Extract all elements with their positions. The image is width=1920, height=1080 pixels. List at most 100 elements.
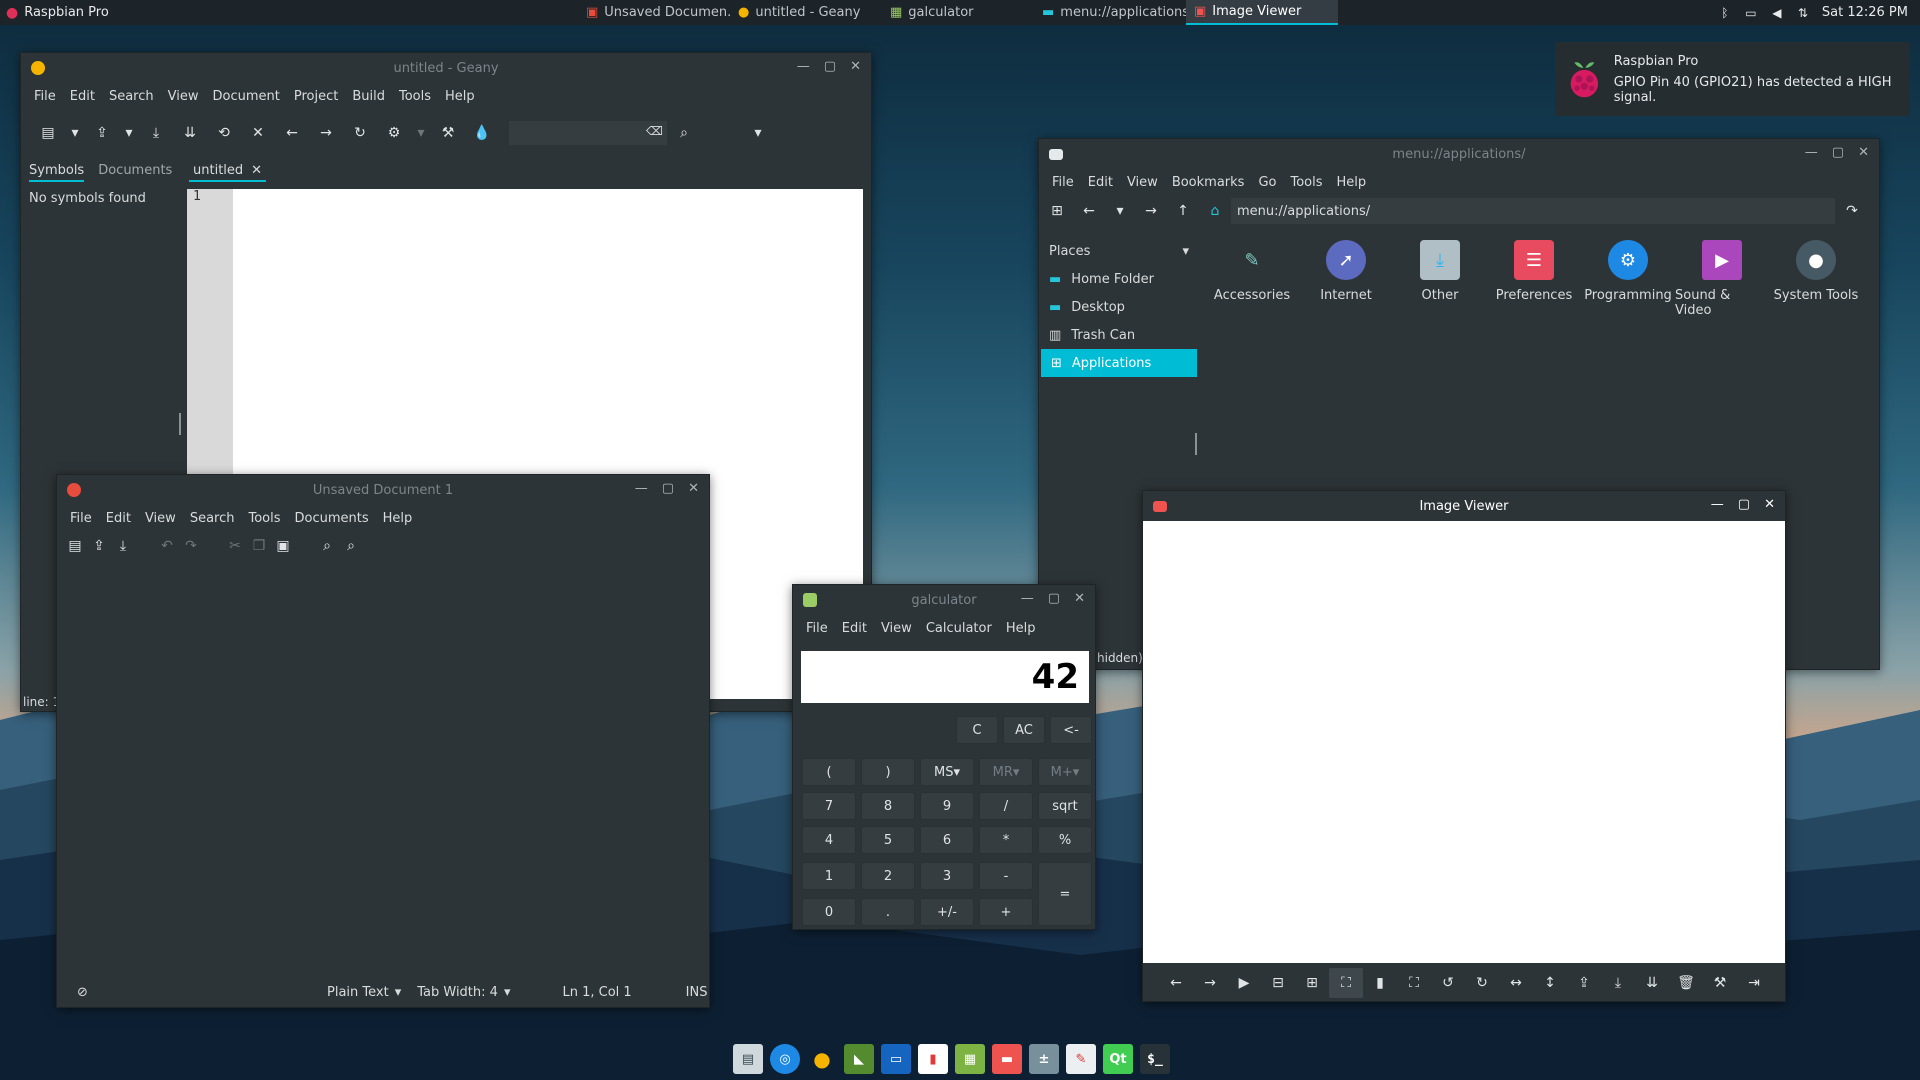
maximize-icon[interactable]: ▢ — [1738, 497, 1750, 512]
key-9[interactable]: 9 — [920, 792, 974, 820]
filemanager-titlebar[interactable]: menu://applications/ — ▢ ✕ — [1039, 139, 1879, 169]
save-all-icon[interactable]: ⇊ — [173, 118, 207, 148]
key-2[interactable]: 2 — [861, 862, 915, 890]
bluetooth-icon[interactable]: ᛒ — [1718, 6, 1732, 20]
menu-project[interactable]: Project — [287, 89, 345, 104]
tab-documents[interactable]: Documents — [98, 163, 172, 182]
close-file-icon[interactable]: ✕ — [241, 118, 275, 148]
notification-popup[interactable]: Raspbian Pro GPIO Pin 40 (GPIO21) has de… — [1555, 42, 1910, 116]
minimize-icon[interactable]: — — [1805, 145, 1818, 160]
flip-horizontal-icon[interactable]: ↔ — [1499, 968, 1533, 998]
tab-width-selector[interactable]: Tab Width: 4 ▾ — [417, 985, 510, 1000]
menu-tools[interactable]: Tools — [241, 511, 287, 526]
menu-view[interactable]: View — [1120, 175, 1165, 190]
close-icon[interactable]: ✕ — [688, 481, 699, 496]
menu-edit[interactable]: Edit — [1081, 175, 1120, 190]
save-icon[interactable]: ⤓ — [1601, 968, 1635, 998]
open-icon[interactable]: ⇪ — [85, 118, 119, 148]
close-icon[interactable]: ✕ — [1764, 497, 1775, 512]
geany-splitter[interactable] — [179, 413, 181, 435]
rotate-right-icon[interactable]: ↻ — [1465, 968, 1499, 998]
menu-file[interactable]: File — [1045, 175, 1081, 190]
close-icon[interactable]: ✕ — [1858, 145, 1869, 160]
search-icon[interactable]: ⌕ — [315, 531, 339, 561]
geany-titlebar[interactable]: untitled - Geany — ▢ ✕ — [21, 53, 871, 83]
key-memory-store[interactable]: MS ▾ — [920, 758, 974, 786]
volume-icon[interactable]: ◀ — [1770, 6, 1784, 20]
menu-go[interactable]: Go — [1251, 175, 1283, 190]
paste-icon[interactable]: ▣ — [271, 531, 295, 561]
history-dropdown-icon[interactable]: ▾ — [1105, 196, 1135, 226]
minimize-icon[interactable]: — — [1711, 497, 1724, 512]
app-preferences[interactable]: ☰ Preferences — [1487, 240, 1581, 318]
task-image-viewer[interactable]: ▣ Image Viewer — [1186, 0, 1338, 25]
tab-symbols[interactable]: Symbols — [29, 163, 85, 182]
chromium-launcher-icon[interactable]: ◎ — [770, 1044, 800, 1074]
mousepad-editor[interactable] — [57, 563, 709, 967]
home-icon[interactable]: ⌂ — [1199, 196, 1231, 226]
menu-tools[interactable]: Tools — [1283, 175, 1329, 190]
undo-icon[interactable]: ↶ — [155, 531, 179, 561]
key-sqrt[interactable]: sqrt — [1038, 792, 1092, 820]
key-decimal[interactable]: . — [861, 898, 915, 926]
revert-icon[interactable]: ⟲ — [207, 118, 241, 148]
places-header[interactable]: Places ▾ — [1039, 237, 1199, 265]
key-memory-recall[interactable]: MR ▾ — [979, 758, 1033, 786]
rotate-left-icon[interactable]: ↺ — [1431, 968, 1465, 998]
terminal-launcher-icon[interactable]: $_ — [1140, 1044, 1170, 1074]
app-programming[interactable]: ⚙ Programming — [1581, 240, 1675, 318]
menu-document[interactable]: Document — [205, 89, 286, 104]
zoom-out-icon[interactable]: ⊟ — [1261, 968, 1295, 998]
thonny-launcher-icon[interactable]: ◣ — [844, 1044, 874, 1074]
save-icon[interactable]: ⤓ — [139, 118, 173, 148]
geany-doc-tab[interactable]: untitled ✕ — [189, 163, 267, 182]
next-icon[interactable]: → — [1193, 968, 1227, 998]
fullscreen-icon[interactable]: ⛶ — [1397, 968, 1431, 998]
flip-vertical-icon[interactable]: ↕ — [1533, 968, 1567, 998]
key-subtract[interactable]: - — [979, 862, 1033, 890]
save-as-icon[interactable]: ⇊ — [1635, 968, 1669, 998]
key-all-clear[interactable]: AC — [1003, 716, 1045, 744]
menu-tools[interactable]: Tools — [392, 89, 438, 104]
redo-icon[interactable]: ↷ — [179, 531, 203, 561]
syntax-selector[interactable]: Plain Text ▾ — [327, 985, 401, 1000]
overflow-icon[interactable]: ▾ — [741, 118, 775, 148]
key-8[interactable]: 8 — [861, 792, 915, 820]
task-unsaved-document[interactable]: ▣ Unsaved Documen... — [578, 0, 730, 25]
key-memory-add[interactable]: M+ ▾ — [1038, 758, 1092, 786]
menu-build[interactable]: Build — [345, 89, 392, 104]
menu-view[interactable]: View — [138, 511, 183, 526]
network-icon[interactable]: ⇅ — [1796, 6, 1810, 20]
menu-edit[interactable]: Edit — [63, 89, 102, 104]
menu-search[interactable]: Search — [183, 511, 242, 526]
menu-edit[interactable]: Edit — [835, 621, 874, 636]
mousepad-titlebar[interactable]: Unsaved Document 1 — ▢ ✕ — [57, 475, 709, 505]
new-file-icon[interactable]: ▤ — [63, 531, 87, 561]
menu-view[interactable]: View — [161, 89, 206, 104]
app-system-tools[interactable]: ● System Tools — [1769, 240, 1863, 318]
save-icon[interactable]: ⤓ — [111, 531, 135, 561]
file-manager-launcher-icon[interactable]: ▤ — [733, 1044, 763, 1074]
screenshot-launcher-icon[interactable]: ▭ — [881, 1044, 911, 1074]
menu-calculator[interactable]: Calculator — [919, 621, 999, 636]
build-icon[interactable]: ⚙ — [377, 118, 411, 148]
geany-search-input[interactable]: ⌫ — [509, 121, 667, 145]
minimize-icon[interactable]: — — [1021, 591, 1034, 606]
menu-file[interactable]: File — [799, 621, 835, 636]
app-sound-video[interactable]: ▶ Sound & Video — [1675, 240, 1769, 318]
calculator-launcher-icon[interactable]: ± — [1029, 1044, 1059, 1074]
minimize-icon[interactable]: — — [797, 59, 810, 74]
close-icon[interactable]: ✕ — [850, 59, 861, 74]
app-internet[interactable]: ➚ Internet — [1299, 240, 1393, 318]
forward-icon[interactable]: → — [1135, 196, 1167, 226]
key-close-paren[interactable]: ) — [861, 758, 915, 786]
menu-bookmarks[interactable]: Bookmarks — [1165, 175, 1252, 190]
task-galculator[interactable]: ▦ galculator — [882, 0, 1034, 25]
close-icon[interactable]: ✕ — [1074, 591, 1085, 606]
mousepad-launcher-icon[interactable]: ✎ — [1066, 1044, 1096, 1074]
menu-file[interactable]: File — [63, 511, 99, 526]
forward-icon[interactable]: → — [309, 118, 343, 148]
maximize-icon[interactable]: ▢ — [1832, 145, 1844, 160]
key-7[interactable]: 7 — [802, 792, 856, 820]
new-file-icon[interactable]: ▤ — [31, 118, 65, 148]
